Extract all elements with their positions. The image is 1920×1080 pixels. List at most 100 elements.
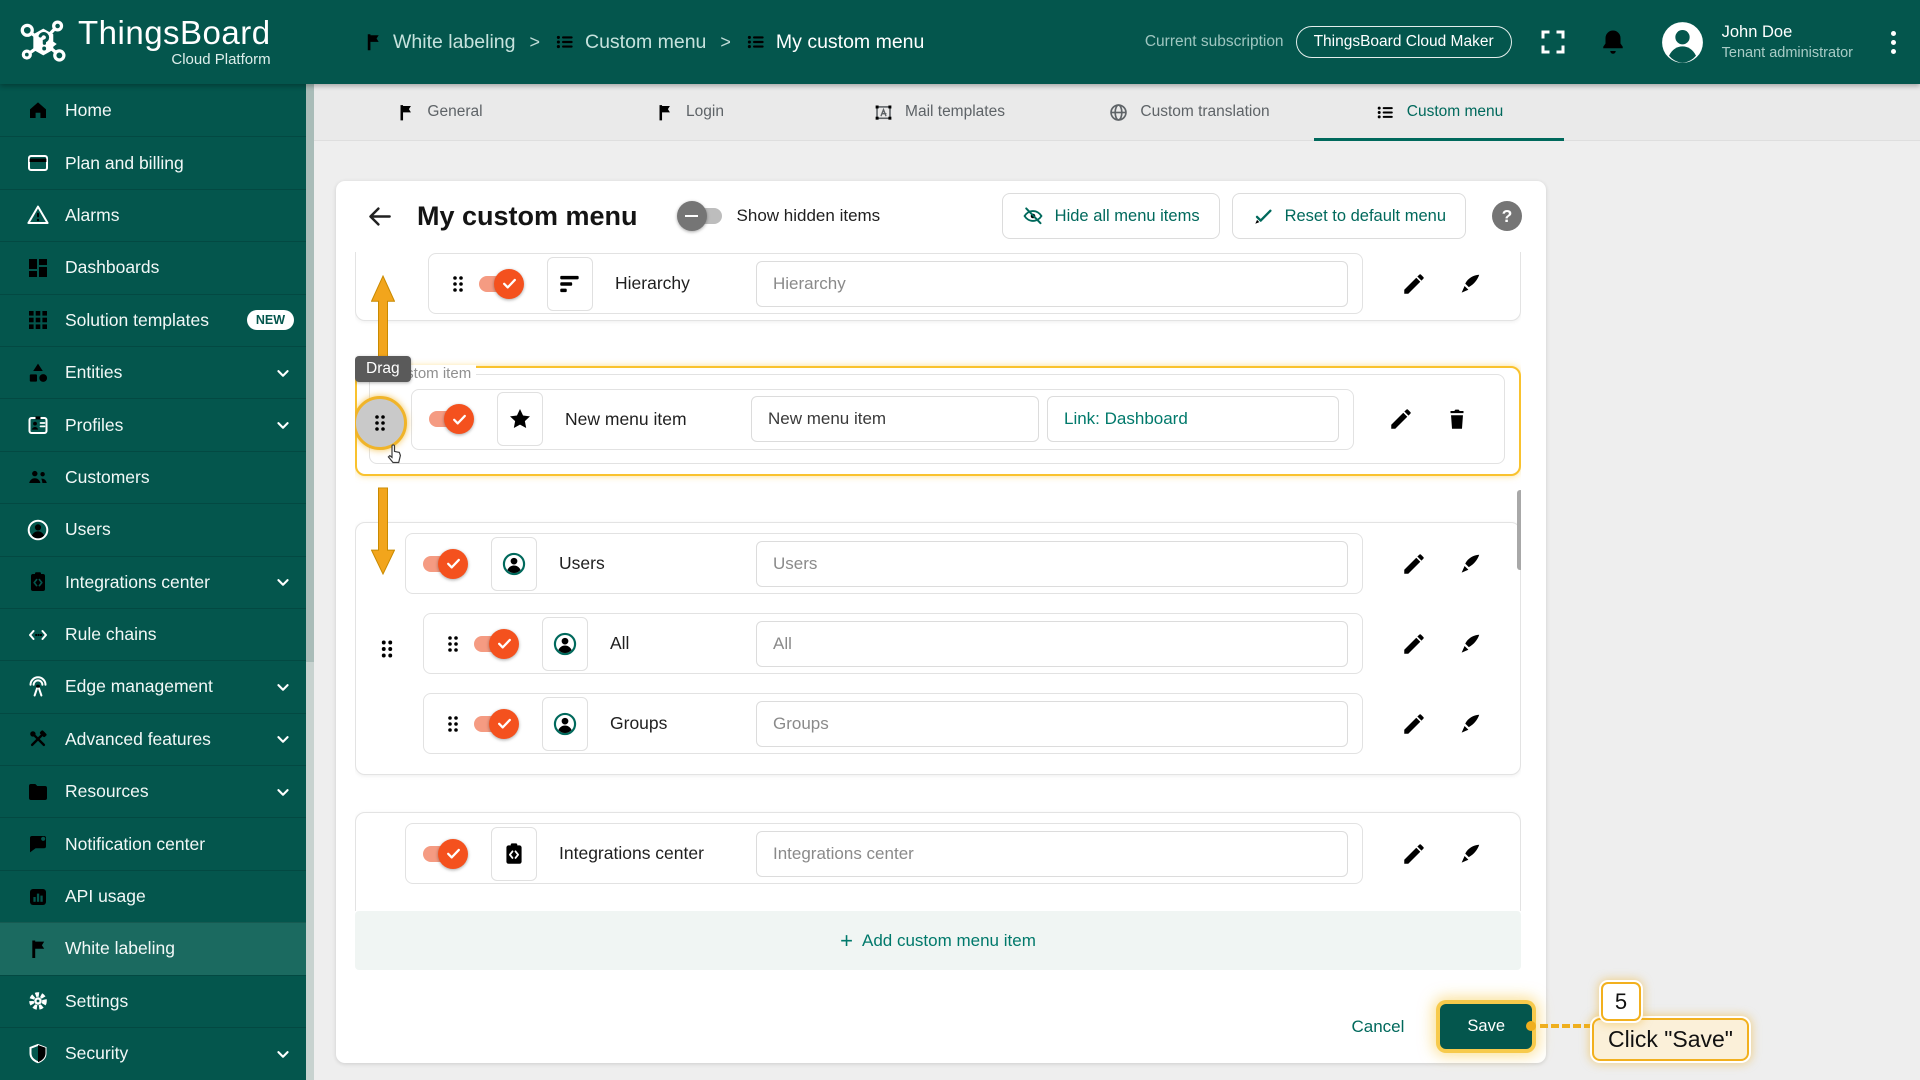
- dashboards-icon: [26, 256, 50, 280]
- menu-row-all: All: [423, 613, 1520, 674]
- new-menu-item-name-input[interactable]: [751, 396, 1039, 442]
- help-icon[interactable]: ?: [1492, 201, 1522, 231]
- sidebar-item-rule-chains[interactable]: Rule chains: [0, 607, 314, 660]
- drag-handle-icon[interactable]: [441, 632, 465, 656]
- customize-icon-disabled: [1457, 631, 1483, 657]
- sidebar-item-solution-templates[interactable]: Solution templates NEW: [0, 293, 314, 346]
- subscription-label: Current subscription: [1144, 33, 1284, 50]
- hierarchy-name-input[interactable]: [756, 260, 1348, 307]
- custom-menu-card: My custom menu Show hidden items Hide al…: [336, 181, 1546, 1063]
- sidebar-item-entities[interactable]: Entities: [0, 345, 314, 398]
- customers-icon: [26, 465, 50, 489]
- sidebar-item-white-labeling[interactable]: White labeling: [0, 922, 314, 975]
- chevron-down-icon: [272, 676, 294, 698]
- main-content: My custom menu Show hidden items Hide al…: [314, 141, 1920, 1080]
- users-visible-toggle[interactable]: [423, 548, 468, 579]
- edit-pencil-icon[interactable]: [1401, 711, 1427, 737]
- drag-down-arrow: [371, 487, 395, 575]
- integrations-icon: [501, 841, 527, 867]
- top-bar: ThingsBoard Cloud Platform White labelin…: [0, 0, 1920, 84]
- tab-custom-menu[interactable]: Custom menu: [1314, 84, 1564, 141]
- annotation-callout: Click "Save": [1592, 1018, 1749, 1061]
- sidebar-item-resources[interactable]: Resources: [0, 765, 314, 817]
- list-scrollbar[interactable]: [1517, 490, 1521, 570]
- sidebar-scrollbar[interactable]: [306, 84, 314, 1080]
- sidebar-item-alarms[interactable]: Alarms: [0, 188, 314, 241]
- sidebar-item-plan-and-billing[interactable]: Plan and billing: [0, 136, 314, 188]
- menu-item-label: Integrations center: [559, 843, 704, 863]
- chevron-down-icon: [272, 362, 294, 384]
- annotation-connector-dot: [1526, 1021, 1536, 1031]
- sidebar-item-settings[interactable]: Settings: [0, 974, 314, 1027]
- reset-check-icon: [1252, 205, 1274, 227]
- show-hidden-items-toggle[interactable]: [676, 201, 722, 231]
- hide-all-menu-items-button[interactable]: Hide all menu items: [1001, 193, 1220, 239]
- star-icon: [507, 406, 533, 432]
- edit-pencil-icon[interactable]: [1401, 551, 1427, 577]
- sidebar-item-advanced-features[interactable]: Advanced features: [0, 712, 314, 765]
- tab-mail-templates[interactable]: Mail templates: [814, 84, 1064, 140]
- delete-trash-icon[interactable]: [1444, 406, 1470, 432]
- reset-to-default-menu-button[interactable]: Reset to default menu: [1231, 193, 1466, 239]
- sidebar-item-integrations-center[interactable]: Integrations center: [0, 555, 314, 608]
- sidebar-item-edge-management[interactable]: Edge management: [0, 660, 314, 712]
- fullscreen-icon[interactable]: [1538, 27, 1568, 57]
- edge-antenna-icon: [26, 675, 50, 699]
- cancel-button[interactable]: Cancel: [1351, 1017, 1404, 1037]
- notifications-bell-icon[interactable]: [1598, 27, 1628, 57]
- breadcrumb: White labeling > Custom menu > My custom…: [362, 31, 924, 54]
- all-visible-toggle[interactable]: [474, 628, 519, 659]
- new-item-visible-toggle[interactable]: [429, 404, 474, 434]
- chevron-down-icon: [272, 571, 294, 593]
- user-info[interactable]: John Doe Tenant administrator: [1722, 23, 1853, 61]
- check-icon: [451, 411, 468, 428]
- tab-general[interactable]: General: [314, 84, 564, 140]
- tab-login[interactable]: Login: [564, 84, 814, 140]
- add-custom-menu-item-button[interactable]: + Add custom menu item: [355, 911, 1521, 970]
- users-name-input[interactable]: [756, 540, 1348, 587]
- tab-custom-translation[interactable]: Custom translation: [1064, 84, 1314, 140]
- edit-pencil-icon[interactable]: [1388, 406, 1414, 432]
- hierarchy-visible-toggle[interactable]: [479, 268, 524, 299]
- integrations-name-input[interactable]: [756, 830, 1348, 877]
- sidebar-item-home[interactable]: Home: [0, 84, 314, 136]
- check-icon: [501, 275, 518, 292]
- check-icon: [496, 635, 513, 652]
- all-name-input[interactable]: [756, 620, 1348, 667]
- hierarchy-group: Hierarchy: [355, 252, 1521, 321]
- sidebar-item-profiles[interactable]: Profiles: [0, 398, 314, 450]
- logo[interactable]: ThingsBoard Cloud Platform: [0, 16, 314, 68]
- groups-name-input[interactable]: [756, 700, 1348, 747]
- menu-item-label: All: [610, 633, 630, 653]
- drag-handle-icon[interactable]: [441, 712, 465, 736]
- custom-item-fieldset: Custom item New menu item Link: Dashboar…: [369, 365, 1505, 464]
- drag-handle-icon[interactable]: [446, 272, 470, 296]
- edit-pencil-icon[interactable]: [1401, 841, 1427, 867]
- edit-pencil-icon[interactable]: [1401, 271, 1427, 297]
- sidebar-item-security[interactable]: Security: [0, 1027, 314, 1079]
- save-button[interactable]: Save: [1440, 1004, 1532, 1049]
- link-dashboard-field[interactable]: Link: Dashboard: [1047, 396, 1339, 442]
- sidebar-item-users[interactable]: Users: [0, 503, 314, 555]
- breadcrumb-white-labeling[interactable]: White labeling: [362, 31, 515, 54]
- more-vert-icon[interactable]: [1885, 25, 1902, 60]
- group-drag-handle-icon[interactable]: [374, 636, 400, 662]
- users-group: Users All: [355, 522, 1521, 775]
- sidebar-item-notification-center[interactable]: Notification center: [0, 817, 314, 869]
- new-badge: NEW: [246, 310, 294, 331]
- sidebar-item-customers[interactable]: Customers: [0, 450, 314, 503]
- breadcrumb-custom-menu[interactable]: Custom menu: [554, 31, 706, 54]
- edit-pencil-icon[interactable]: [1401, 631, 1427, 657]
- breadcrumb-my-custom-menu[interactable]: My custom menu: [745, 31, 924, 54]
- list-menu-icon: [745, 31, 767, 53]
- groups-visible-toggle[interactable]: [474, 708, 519, 739]
- back-arrow-icon[interactable]: [366, 203, 393, 230]
- person-icon: [552, 711, 578, 737]
- avatar[interactable]: [1658, 18, 1707, 67]
- sidebar-item-api-usage[interactable]: API usage: [0, 869, 314, 922]
- sidebar-item-dashboards[interactable]: Dashboards: [0, 241, 314, 293]
- drag-up-arrow: [371, 275, 395, 368]
- logo-title: ThingsBoard: [78, 14, 271, 51]
- subscription-pill[interactable]: ThingsBoard Cloud Maker: [1295, 26, 1512, 58]
- integrations-visible-toggle[interactable]: [423, 838, 468, 869]
